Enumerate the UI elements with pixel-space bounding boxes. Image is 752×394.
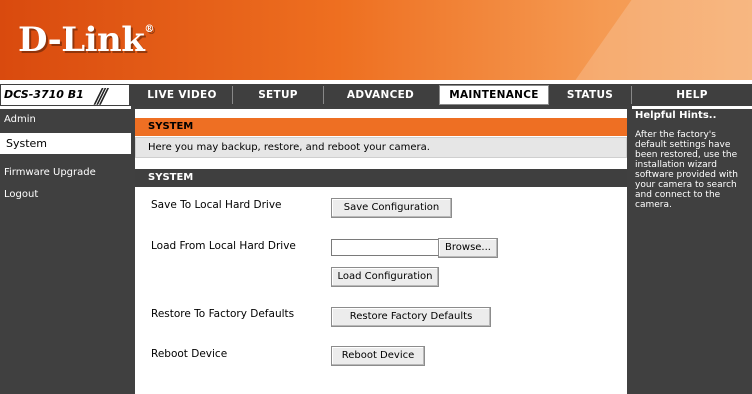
hints-title: Helpful Hints.. bbox=[635, 110, 717, 121]
registered-mark: ® bbox=[144, 24, 154, 35]
tab-advanced[interactable]: ADVANCED bbox=[324, 86, 437, 104]
subsection-title: SYSTEM bbox=[148, 172, 194, 183]
tab-live-video[interactable]: LIVE VIDEO bbox=[132, 86, 232, 104]
sidebar-item-label: Firmware Upgrade bbox=[4, 167, 96, 178]
dlink-logo: D-Link® bbox=[18, 20, 154, 60]
sidebar-item-firmware-upgrade[interactable]: Firmware Upgrade bbox=[0, 167, 131, 183]
model-slashes: /// bbox=[95, 84, 107, 108]
top-nav: DCS-3710 B1 /// LIVE VIDEO SETUP ADVANCE… bbox=[0, 84, 752, 108]
restore-defaults-label: Restore To Factory Defaults bbox=[151, 308, 295, 320]
section-header: SYSTEM bbox=[135, 118, 627, 136]
reboot-device-label: Reboot Device bbox=[151, 348, 228, 360]
main-content: SYSTEM Here you may backup, restore, and… bbox=[135, 109, 627, 394]
reboot-device-button[interactable]: Reboot Device bbox=[331, 346, 425, 366]
save-configuration-button[interactable]: Save Configuration bbox=[331, 198, 452, 218]
sidebar-item-label: System bbox=[6, 137, 48, 150]
restore-factory-defaults-button[interactable]: Restore Factory Defaults bbox=[331, 307, 491, 327]
helpful-hints-panel: Helpful Hints.. After the factory's defa… bbox=[632, 109, 752, 394]
description-text: Here you may backup, restore, and reboot… bbox=[148, 142, 430, 153]
tab-setup[interactable]: SETUP bbox=[233, 86, 323, 104]
model-name: DCS-3710 B1 bbox=[4, 88, 84, 101]
sidebar-item-system[interactable]: System bbox=[0, 133, 131, 154]
logo-text: D-Link bbox=[18, 20, 145, 60]
hints-body: After the factory's default settings hav… bbox=[635, 130, 738, 210]
banner-swoosh bbox=[561, 0, 752, 80]
subsection-header: SYSTEM bbox=[135, 169, 627, 187]
browse-button[interactable]: Browse... bbox=[438, 238, 498, 258]
sidebar-item-label: Logout bbox=[4, 189, 39, 200]
sidebar-item-logout[interactable]: Logout bbox=[0, 189, 131, 205]
sidebar-item-label: Admin bbox=[4, 114, 36, 125]
sidebar-item-admin[interactable]: Admin bbox=[0, 114, 131, 130]
sidebar: Admin System Firmware Upgrade Logout bbox=[0, 109, 131, 394]
config-file-input[interactable] bbox=[331, 239, 441, 256]
load-configuration-button[interactable]: Load Configuration bbox=[331, 267, 439, 287]
save-local-label: Save To Local Hard Drive bbox=[151, 199, 282, 211]
section-title: SYSTEM bbox=[148, 121, 194, 132]
tab-help[interactable]: HELP bbox=[632, 86, 752, 104]
section-description: Here you may backup, restore, and reboot… bbox=[135, 137, 627, 158]
tab-status[interactable]: STATUS bbox=[549, 86, 631, 104]
tab-maintenance[interactable]: MAINTENANCE bbox=[439, 85, 549, 105]
model-badge: DCS-3710 B1 /// bbox=[1, 84, 129, 108]
load-local-label: Load From Local Hard Drive bbox=[151, 240, 296, 252]
header-banner: D-Link® bbox=[0, 0, 752, 80]
